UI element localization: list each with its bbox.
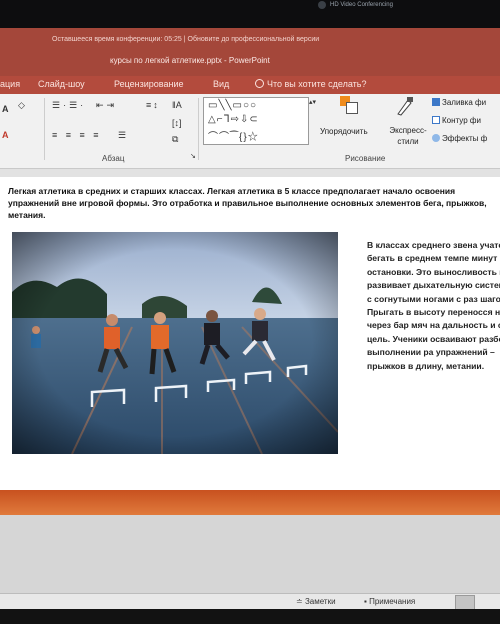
webcam-icon: [318, 1, 326, 9]
window-title: курсы по легкой атлетике.pptx - PowerPoi…: [110, 56, 270, 65]
align-buttons[interactable]: ≡ ≡ ≡ ≡: [52, 130, 102, 140]
monitor-bezel-bottom: [0, 609, 500, 624]
quick-styles-label: Экспресс-стили: [389, 126, 427, 146]
shapes-row-1[interactable]: ▭╲╲▭○○: [208, 100, 257, 111]
monitor-bezel-top: HD Video Conferencing: [0, 0, 500, 28]
group-divider: [44, 98, 45, 160]
shape-outline-label: Контур фи: [442, 116, 481, 125]
workspace-background: [0, 515, 500, 593]
shape-outline-button[interactable]: Контур фи: [432, 116, 481, 125]
arrange-icon: [340, 96, 358, 114]
shape-effects-label: Эффекты ф: [442, 134, 488, 143]
tab-animations[interactable]: ация: [0, 79, 20, 89]
slide-canvas[interactable]: Легкая атлетика в средних и старших клас…: [0, 177, 500, 490]
conference-notice[interactable]: Оставшееся время конференции: 05:25 | Об…: [52, 36, 319, 43]
paint-bucket-icon: [432, 98, 440, 106]
tab-review[interactable]: Рецензирование: [114, 79, 184, 89]
text-direction-button[interactable]: ‖A: [172, 100, 182, 110]
shape-effects-button[interactable]: Эффекты ф: [432, 134, 487, 143]
ruler: [0, 169, 500, 177]
notes-button[interactable]: ≐ Заметки: [296, 597, 336, 606]
indent-button[interactable]: ⇤⇥: [96, 100, 117, 111]
athletics-photo[interactable]: [12, 232, 338, 454]
quick-styles-icon: [397, 97, 413, 116]
font-size-increase-button[interactable]: A: [2, 104, 9, 114]
tab-slideshow[interactable]: Слайд-шоу: [38, 79, 85, 89]
font-color-button[interactable]: A: [2, 130, 9, 140]
shape-fill-button[interactable]: Заливка фи: [432, 98, 486, 107]
effects-icon: [432, 134, 440, 142]
pen-icon: [432, 116, 440, 124]
bullets-button[interactable]: ☰·☰·: [52, 100, 86, 111]
shapes-gallery[interactable]: ▭╲╲▭○○ △⌐ᒣ⇨⇩⊂ ⌒⌒⁀{}☆: [203, 97, 309, 145]
comments-button[interactable]: ▪ Примечания: [364, 597, 415, 606]
tab-view[interactable]: Вид: [213, 79, 229, 89]
group-divider: [198, 98, 199, 160]
slide-heading[interactable]: Легкая атлетика в средних и старших клас…: [8, 185, 500, 221]
shapes-row-3[interactable]: ⌒⌒⁀{}☆: [208, 128, 259, 143]
webcam-label: HD Video Conferencing: [330, 2, 393, 8]
tell-me-box[interactable]: Что вы хотите сделать?: [255, 79, 367, 89]
line-spacing-button[interactable]: ≡↕: [146, 100, 160, 110]
shapes-row-2[interactable]: △⌐ᒣ⇨⇩⊂: [208, 114, 259, 125]
gallery-scroll-icon[interactable]: ▴▾: [309, 98, 316, 106]
notes-icon: ≐: [296, 597, 305, 606]
comments-label: Примечания: [369, 597, 416, 606]
paragraph-group-label: Абзац: [102, 154, 125, 163]
quick-styles-button[interactable]: Экспресс-стили: [384, 96, 428, 146]
clear-format-icon[interactable]: ◇: [18, 100, 25, 111]
slide-body-text[interactable]: В классах среднего звена учатся бегать в…: [367, 239, 500, 373]
tell-me-label: Что вы хотите сделать?: [267, 79, 367, 89]
running-kids-image: [12, 232, 338, 454]
shape-fill-label: Заливка фи: [442, 98, 487, 107]
paragraph-launcher-icon[interactable]: ↘: [190, 152, 196, 160]
arrange-button[interactable]: Упорядочить: [318, 96, 382, 146]
status-bar: ≐ Заметки ▪ Примечания: [0, 593, 500, 610]
arrange-label: Упорядочить: [320, 127, 368, 136]
sorter-view-button[interactable]: [482, 595, 500, 608]
title-bar: Оставшееся время конференции: 05:25 | Об…: [0, 28, 500, 76]
notes-label: Заметки: [304, 597, 336, 606]
lightbulb-icon: [255, 79, 264, 88]
align-text-button[interactable]: [↕]: [172, 118, 182, 128]
columns-button[interactable]: ☰: [118, 130, 126, 141]
drawing-group-label: Рисование: [345, 154, 386, 163]
ribbon-tabs: ация Слайд-шоу Рецензирование Вид Что вы…: [0, 76, 500, 94]
smartart-button[interactable]: ⧉: [172, 134, 178, 145]
normal-view-button[interactable]: [455, 595, 475, 610]
ribbon-home: A A ◇ ☰·☰· ⇤⇥ ≡↕ ‖A [↕] ≡ ≡ ≡ ≡ ☰ ⧉ Абза…: [0, 94, 500, 169]
slide-accent-band: [0, 490, 500, 515]
